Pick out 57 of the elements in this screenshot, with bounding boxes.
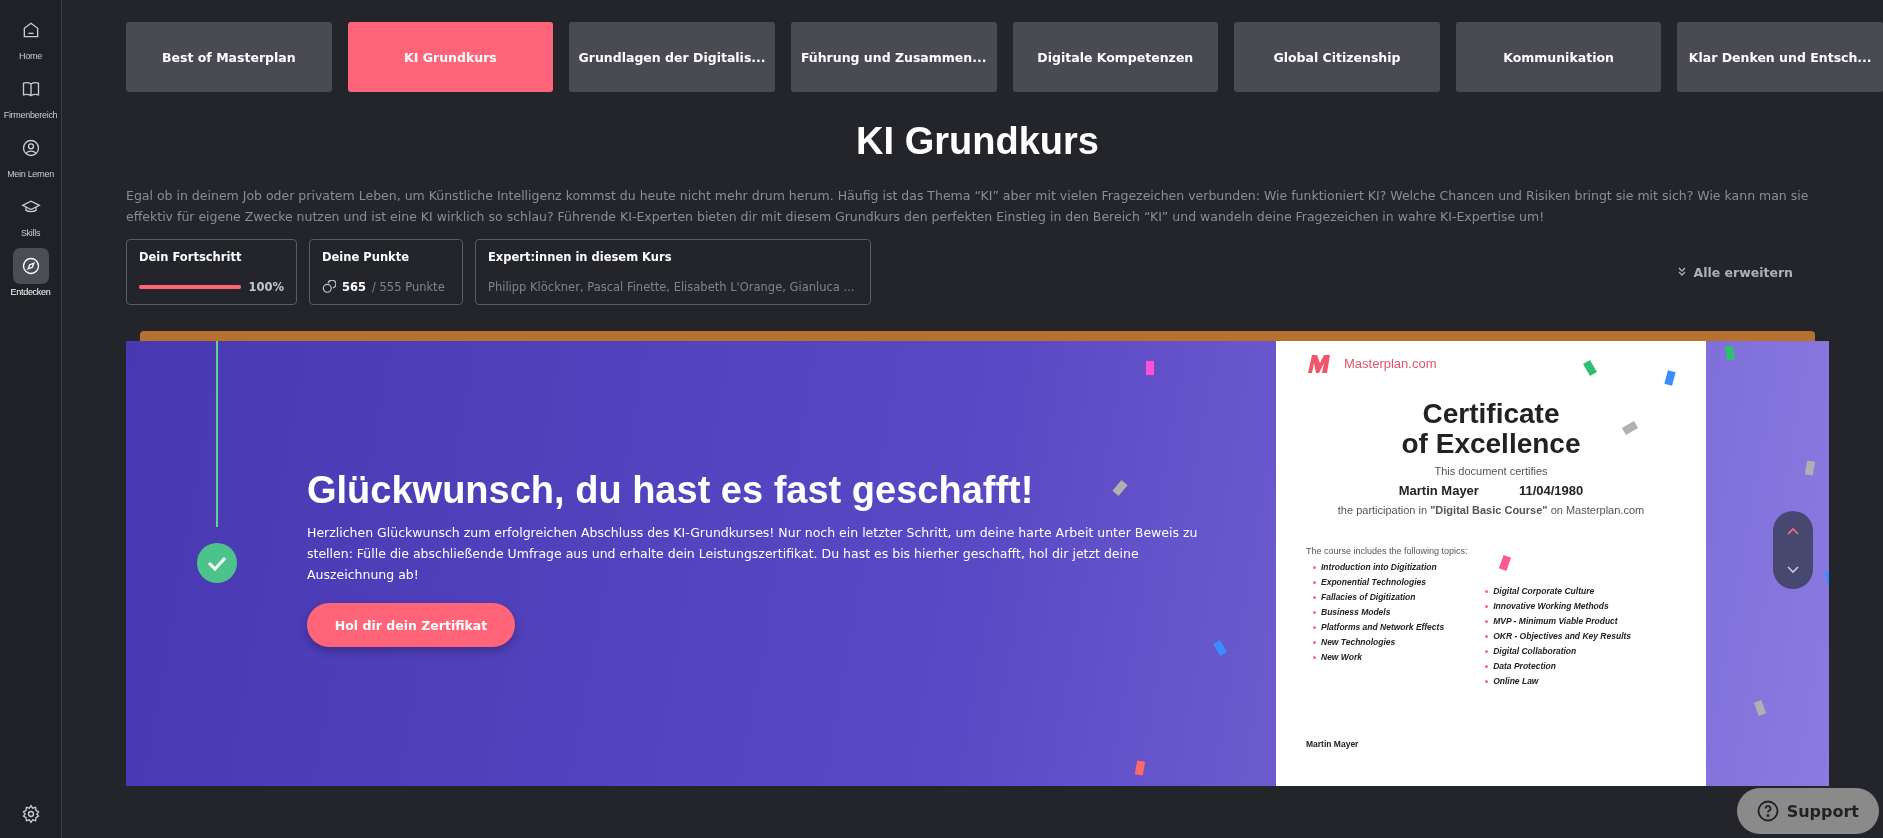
chevron-up-icon[interactable] <box>1786 525 1800 536</box>
certificate-line: the participation in "Digital Basic Course" on Masterplan.com <box>1336 504 1646 516</box>
signature-name: Martin Mayer <box>1306 739 1360 749</box>
topic-item: OKR - Objectives and Key Results <box>1484 629 1636 644</box>
banner-heading: Glückwunsch, du hast es fast geschafft! <box>307 469 1035 512</box>
card-label: Deine Punkte <box>322 250 411 264</box>
compass-icon <box>20 256 41 276</box>
topic-item: MVP - Minimum Viable Product <box>1484 614 1622 629</box>
topic-item: Digital Collaboration <box>1484 644 1581 659</box>
course-tab[interactable]: Grundlagen der Digitalis... <box>569 22 775 92</box>
brand-name: Masterplan.com <box>1344 355 1437 371</box>
card-label: Dein Fortschritt <box>139 250 243 264</box>
topic-item: Innovative Working Methods <box>1484 599 1613 614</box>
support-button[interactable]: Support <box>1736 788 1879 834</box>
points-total: / 555 Punkte <box>372 280 445 294</box>
topic-item: Platforms and Network Effects <box>1312 620 1449 635</box>
course-tab[interactable]: Führung und Zusammen... <box>790 22 997 92</box>
certificate-line: This document certifies <box>1433 465 1549 477</box>
course-description: Egal ob in deinem Job oder privatem Leben, um Künstliche Intelligenz kommst du heute nicht mehr drum herum. Häufig ist das Thema “KI” aber mit vielen Fragezeichen verbunden: Wie funktioniert KI? Welche Chancen und Risiken bringt sie mit sich? Wie kann man sie effektiv für eigene Zwecke nutzen und ist eine KI wirklich so schlau? Führende KI-Experten bieten dir mit diesem Grundkurs den perfekten Einstieg in den Bereich “KI” und wandeln deine Fragezeichen in wahre KI-Expertise um! <box>126 187 1810 226</box>
double-chevron-down-icon <box>1677 267 1688 277</box>
topic-item: New Technologies <box>1312 635 1400 650</box>
certificate-title: of Excellence <box>1400 429 1582 459</box>
nav-item[interactable]: Firmenbereich <box>0 71 62 120</box>
course-tab[interactable]: Best of Masterplan <box>126 22 332 92</box>
recipient-name: Martin Mayer <box>1398 483 1479 498</box>
coins-icon <box>322 280 336 294</box>
topic-item: Exponential Technologies <box>1312 575 1430 590</box>
chevron-down-icon[interactable] <box>1786 564 1800 575</box>
course-tab[interactable]: Kommunikation <box>1455 22 1662 92</box>
topic-item: Introduction into Digitization <box>1312 560 1441 575</box>
topics-intro: The course includes the following topics: <box>1306 546 1469 556</box>
topic-item: New Work <box>1312 650 1366 665</box>
help-icon <box>1756 800 1779 822</box>
nav-item[interactable]: Mein Lernen <box>0 130 62 179</box>
progress-reading: 100% <box>248 280 284 294</box>
certificate-date: 11/04/1980 <box>1518 483 1584 498</box>
banner-text: Herzlichen Glückwunsch zum erfolgreichen Abschluss des KI-Grundkurses! Nur noch ein letzter Schritt, um deine harte Arbeit unter Beweis zu stellen: Fülle die abschließende Umfrage aus und erhalte dein Leistungszertifikat. Du hast es bis hierher geschafft, hol dir jetzt deine Auszeichnung ab! <box>307 524 1199 584</box>
card-label: Expert:innen in diesem Kurs <box>488 250 673 264</box>
course-tab[interactable]: Digitale Kompetenzen <box>1012 22 1219 92</box>
nav-item[interactable]: Skills <box>0 189 62 238</box>
expert-names: Philipp Klöckner, Pascal Finette, Elisabeth L'Orange, Gianluca ... <box>488 280 856 294</box>
page-title: KI Grundkurs <box>855 120 1100 163</box>
nav-item[interactable]: Home <box>0 12 62 61</box>
course-tab[interactable]: Global Citizenship <box>1234 22 1440 92</box>
topic-item: Business Models <box>1312 605 1395 620</box>
nav-item[interactable]: Entdecken <box>0 248 62 297</box>
topic-item: Digital Corporate Culture <box>1484 584 1599 599</box>
settings-icon[interactable] <box>20 804 41 824</box>
certificate-title: Certificate <box>1421 399 1561 429</box>
expand-all-button[interactable]: Alle erweitern <box>1671 263 1799 281</box>
topic-item: Fallacies of Digitization <box>1312 590 1420 605</box>
topic-item: Data Protection <box>1484 659 1560 674</box>
user-icon <box>20 138 41 158</box>
book-icon <box>20 79 41 99</box>
course-tab[interactable]: Klar Denken und Entsch... <box>1677 22 1883 92</box>
points-earned: 565 <box>342 280 366 294</box>
topic-item: Online Law <box>1484 674 1543 689</box>
